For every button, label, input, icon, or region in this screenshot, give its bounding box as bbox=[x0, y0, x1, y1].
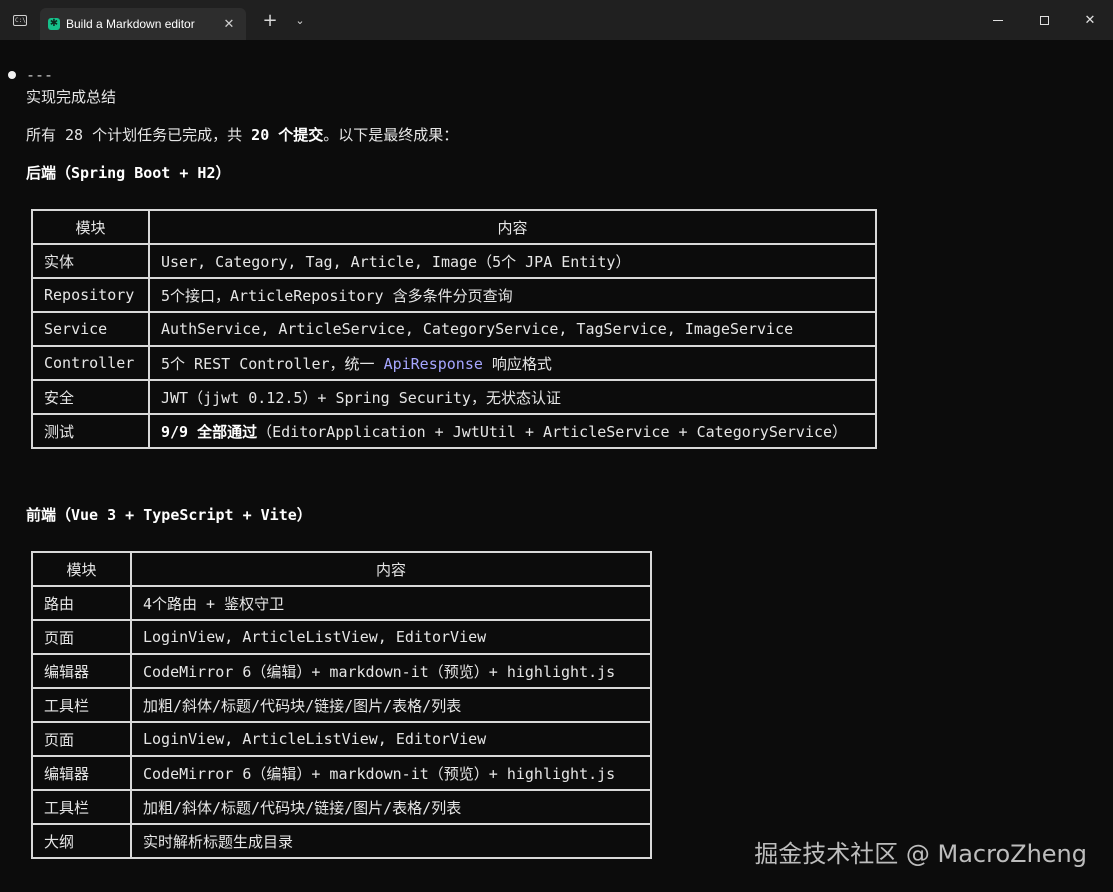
new-tab-button[interactable]: + bbox=[255, 0, 285, 40]
terminal-icon[interactable]: C:\ bbox=[0, 0, 40, 40]
cell-content: CodeMirror 6（编辑）+ markdown-it（预览）+ highl… bbox=[130, 755, 652, 791]
table-header-row: 模块 内容 bbox=[31, 551, 652, 587]
cell-module: 编辑器 bbox=[31, 755, 132, 791]
cell-content: LoginView, ArticleListView, EditorView bbox=[130, 721, 652, 757]
cell-content: AuthService, ArticleService, CategorySer… bbox=[148, 311, 877, 347]
cell-module: Repository bbox=[31, 277, 150, 313]
header-content: 内容 bbox=[148, 209, 877, 245]
cell-module: 工具栏 bbox=[31, 789, 132, 825]
cell-content: 5个 REST Controller，统一 ApiResponse 响应格式 bbox=[148, 345, 877, 381]
header-content: 内容 bbox=[130, 551, 652, 587]
cell-module: 大纲 bbox=[31, 823, 132, 859]
frontend-table: 模块 内容 路由 4个路由 + 鉴权守卫 页面 LoginView, Artic… bbox=[31, 551, 652, 859]
bullet-icon bbox=[8, 71, 16, 79]
cell-module: Service bbox=[31, 311, 150, 347]
close-window-button[interactable]: ✕ bbox=[1067, 0, 1113, 40]
backend-table: 模块 内容 实体 User, Category, Tag, Article, I… bbox=[31, 209, 877, 449]
cell-content: 加粗/斜体/标题/代码块/链接/图片/表格/列表 bbox=[130, 687, 652, 723]
table-row: 编辑器 CodeMirror 6（编辑）+ markdown-it（预览）+ h… bbox=[31, 653, 652, 689]
cell-content: 加粗/斜体/标题/代码块/链接/图片/表格/列表 bbox=[130, 789, 652, 825]
table-row: 路由 4个路由 + 鉴权守卫 bbox=[31, 585, 652, 621]
frontend-section-title: 前端（Vue 3 + TypeScript + Vite） bbox=[26, 506, 312, 524]
table-row: 测试 9/9 全部通过（EditorApplication + JwtUtil … bbox=[31, 413, 877, 449]
table-row: Service AuthService, ArticleService, Cat… bbox=[31, 311, 877, 347]
table-row: 实体 User, Category, Tag, Article, Image（5… bbox=[31, 243, 877, 279]
table-row: 工具栏 加粗/斜体/标题/代码块/链接/图片/表格/列表 bbox=[31, 789, 652, 825]
cell-content: JWT（jjwt 0.12.5）+ Spring Security，无状态认证 bbox=[148, 379, 877, 415]
terminal-output[interactable]: --- 实现完成总结 所有 28 个计划任务已完成，共 20 个提交。以下是最终… bbox=[0, 40, 1113, 892]
cell-content: 4个路由 + 鉴权守卫 bbox=[130, 585, 652, 621]
summary-line: 所有 28 个计划任务已完成，共 20 个提交。以下是最终成果： bbox=[26, 126, 459, 144]
cell-content: 9/9 全部通过（EditorApplication + JwtUtil + A… bbox=[148, 413, 877, 449]
header-module: 模块 bbox=[31, 551, 132, 587]
inline-code: ApiResponse bbox=[383, 354, 483, 373]
cell-content: LoginView, ArticleListView, EditorView bbox=[130, 619, 652, 655]
tab-title: Build a Markdown editor bbox=[66, 17, 195, 31]
cell-module: 编辑器 bbox=[31, 653, 132, 689]
maximize-icon bbox=[1039, 15, 1049, 25]
cell-module: 工具栏 bbox=[31, 687, 132, 723]
table-row: Repository 5个接口，ArticleRepository 含多条件分页… bbox=[31, 277, 877, 313]
maximize-button[interactable] bbox=[1021, 0, 1067, 40]
cell-module: Controller bbox=[31, 345, 150, 381]
table-row: 编辑器 CodeMirror 6（编辑）+ markdown-it（预览）+ h… bbox=[31, 755, 652, 791]
tab-active[interactable]: ✱ Build a Markdown editor ✕ bbox=[40, 8, 246, 40]
cell-content: 实时解析标题生成目录 bbox=[130, 823, 652, 859]
cell-content: User, Category, Tag, Article, Image（5个 J… bbox=[148, 243, 877, 279]
cell-module: 安全 bbox=[31, 379, 150, 415]
cell-module: 测试 bbox=[31, 413, 150, 449]
header-module: 模块 bbox=[31, 209, 150, 245]
chevron-down-icon[interactable]: ⌄ bbox=[285, 0, 315, 40]
watermark: 掘金技术社区 @ MacroZheng bbox=[754, 840, 1087, 868]
summary-heading: 实现完成总结 bbox=[26, 88, 117, 106]
minimize-button[interactable] bbox=[975, 0, 1021, 40]
cell-module: 路由 bbox=[31, 585, 132, 621]
cell-content: CodeMirror 6（编辑）+ markdown-it（预览）+ highl… bbox=[130, 653, 652, 689]
cell-module: 实体 bbox=[31, 243, 150, 279]
title-bar-drag-area[interactable] bbox=[315, 0, 975, 40]
cell-content: 5个接口，ArticleRepository 含多条件分页查询 bbox=[148, 277, 877, 313]
minimize-icon bbox=[993, 19, 1003, 21]
table-row: Controller 5个 REST Controller，统一 ApiResp… bbox=[31, 345, 877, 381]
table-row: 大纲 实时解析标题生成目录 bbox=[31, 823, 652, 859]
cell-module: 页面 bbox=[31, 619, 132, 655]
title-bar: C:\ ✱ Build a Markdown editor ✕ + ⌄ ✕ bbox=[0, 0, 1113, 40]
table-row: 安全 JWT（jjwt 0.12.5）+ Spring Security，无状态… bbox=[31, 379, 877, 415]
cell-module: 页面 bbox=[31, 721, 132, 757]
table-row: 页面 LoginView, ArticleListView, EditorVie… bbox=[31, 619, 652, 655]
backend-section-title: 后端（Spring Boot + H2） bbox=[26, 164, 231, 182]
table-header-row: 模块 内容 bbox=[31, 209, 877, 245]
close-tab-icon[interactable]: ✕ bbox=[220, 17, 238, 32]
table-row: 页面 LoginView, ArticleListView, EditorVie… bbox=[31, 721, 652, 757]
horizontal-rule-text: --- bbox=[26, 66, 54, 84]
sparkle-icon: ✱ bbox=[48, 18, 60, 30]
table-row: 工具栏 加粗/斜体/标题/代码块/链接/图片/表格/列表 bbox=[31, 687, 652, 723]
